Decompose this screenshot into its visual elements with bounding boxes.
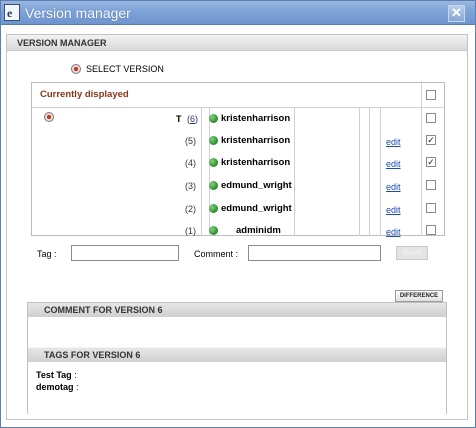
tag-input[interactable] [71,245,179,261]
comment-text [28,317,446,347]
comment-input[interactable] [248,245,381,261]
version-info-panel: COMMENT FOR VERSION 6 TAGS FOR VERSION 6… [27,302,447,414]
row-checkbox[interactable] [426,225,436,235]
title-bar[interactable]: e Version manager ✕ [1,1,475,25]
comment-label: Comment : [194,249,239,259]
author-name: kristenharrison [221,113,291,124]
edit-link[interactable]: edit [386,205,401,215]
edit-link[interactable]: edit [386,137,401,147]
status-dot-icon [209,181,218,190]
tag-item: demotag : [36,382,79,392]
radio-selected-icon[interactable] [71,64,81,74]
window-title: Version manager [25,5,131,21]
row-checkbox[interactable] [426,180,436,190]
tags-list: Test Tag : demotag : [28,362,446,414]
row-checkbox[interactable] [426,203,436,213]
author-name: kristenharrison [221,135,291,146]
version-number: (5) [185,136,196,146]
currently-displayed-label: Currently displayed [40,89,129,100]
tag-indicator: T [176,114,182,124]
versions-table: Currently displayed T (6) kristenharriso… [31,82,445,237]
status-dot-icon [209,136,218,145]
section-header: VERSION MANAGER [7,35,467,51]
author-name: kristenharrison [221,157,291,168]
author-name: adminidm [236,225,281,236]
tag-comment-form: Tag : Comment : Save [7,245,467,263]
row-checkbox[interactable] [426,113,436,123]
version-number: (3) [185,181,196,191]
tag-item: Test Tag : [36,370,77,380]
tags-section-header: TAGS FOR VERSION 6 [28,348,446,362]
status-dot-icon [209,114,218,123]
edit-link[interactable]: edit [386,182,401,192]
version-number: (6) [187,114,199,124]
tag-label: Tag : [37,249,57,259]
author-name: edmund_wright [221,180,292,191]
row-checkbox[interactable]: ✓ [426,135,436,145]
version-manager-window: e Version manager ✕ VERSION MANAGER SELE… [0,0,476,428]
select-all-checkbox[interactable] [426,90,436,100]
row-radio-selected[interactable] [44,112,54,122]
save-button[interactable]: Save [396,246,428,260]
author-name: edmund_wright [221,203,292,214]
status-dot-icon [209,158,218,167]
version-number: (4) [185,158,196,168]
version-number: (2) [185,204,196,214]
status-dot-icon [209,226,218,235]
version-number: (1) [185,226,196,236]
difference-button[interactable]: DIFFERENCE [395,290,443,302]
close-icon[interactable]: ✕ [448,5,465,22]
edit-link[interactable]: edit [386,159,401,169]
version-manager-panel: VERSION MANAGER SELECT VERSION Currently… [6,34,468,420]
document-icon: e [4,4,20,21]
row-checkbox[interactable]: ✓ [426,157,436,167]
comment-section-header: COMMENT FOR VERSION 6 [28,303,446,317]
edit-link[interactable]: edit [386,227,401,237]
status-dot-icon [209,204,218,213]
select-version-label: SELECT VERSION [86,64,164,74]
